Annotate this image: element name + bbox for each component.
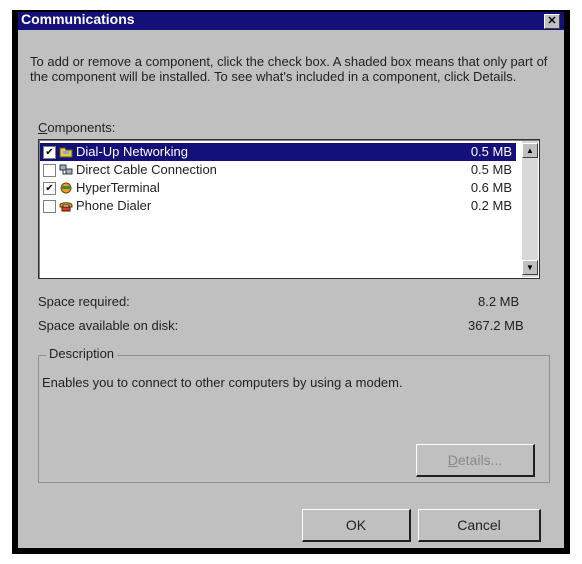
vertical-scrollbar[interactable]: ▲ ▼: [522, 141, 538, 277]
hyperterminal-icon: [60, 182, 72, 194]
description-text: Enables you to connect to other computer…: [42, 375, 403, 390]
list-item-dial-up-networking[interactable]: ✔ Dial-Up Networking 0.5 MB: [40, 143, 516, 161]
window-title: Communications: [21, 11, 135, 27]
communications-dialog: Communications ✕ To add or remove a comp…: [18, 11, 564, 548]
components-list[interactable]: ✔ Dial-Up Networking 0.5 MB Direct Cable…: [38, 139, 540, 279]
space-available-label: Space available on disk:: [38, 318, 179, 333]
checkbox-hyperterminal[interactable]: ✔: [43, 182, 56, 195]
description-label: Description: [46, 346, 118, 361]
space-available-value: 367.2 MB: [468, 318, 524, 333]
close-button[interactable]: ✕: [544, 14, 560, 29]
scroll-up-button[interactable]: ▲: [522, 143, 538, 158]
space-required-label: Space required:: [38, 294, 130, 309]
checkbox-phone-dialer[interactable]: [43, 200, 56, 213]
dial-up-networking-icon: [59, 147, 73, 158]
instructions-text: To add or remove a component, click the …: [30, 54, 548, 84]
close-icon: ✕: [547, 15, 557, 27]
checkbox-dial-up-networking[interactable]: ✔: [43, 146, 56, 159]
title-bar[interactable]: Communications ✕: [18, 11, 564, 30]
cancel-button[interactable]: Cancel: [418, 509, 541, 542]
scroll-down-button[interactable]: ▼: [522, 260, 538, 275]
list-item-hyperterminal[interactable]: ✔ HyperTerminal 0.6 MB: [40, 179, 516, 197]
details-button[interactable]: Details...: [416, 444, 535, 477]
space-required-value: 8.2 MB: [478, 294, 520, 309]
ok-button[interactable]: OK: [302, 509, 411, 542]
list-item-direct-cable-connection[interactable]: Direct Cable Connection 0.5 MB: [40, 161, 516, 179]
phone-dialer-icon: [59, 202, 73, 212]
direct-cable-icon: [59, 164, 73, 175]
list-item-phone-dialer[interactable]: Phone Dialer 0.2 MB: [40, 197, 516, 215]
checkbox-direct-cable-connection[interactable]: [43, 164, 56, 177]
components-label: Components:: [38, 120, 116, 135]
